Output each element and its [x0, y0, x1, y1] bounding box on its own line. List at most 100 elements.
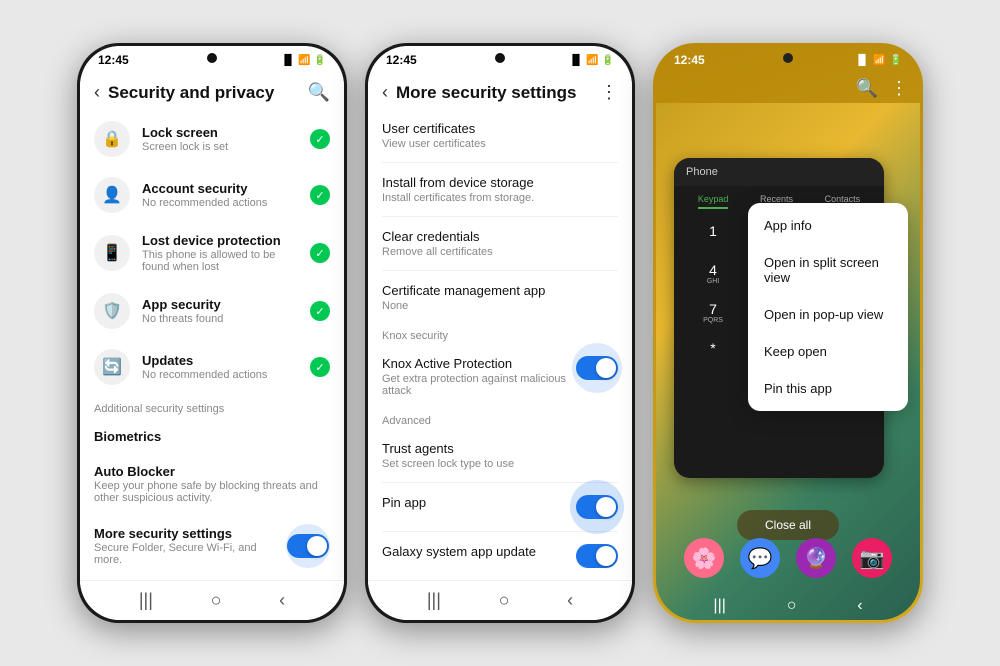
setting-user-certs[interactable]: User certificates View user certificates — [368, 111, 632, 160]
updates-subtitle: No recommended actions — [142, 369, 298, 381]
trust-agents-sub: Set screen lock type to use — [382, 458, 618, 470]
nav-recent-apps-2[interactable]: ||| — [427, 590, 441, 611]
install-storage-sub: Install certificates from storage. — [382, 192, 618, 204]
status-icons-3: ▐▌ 📶 🔋 — [855, 55, 902, 66]
app-card-title: Phone — [686, 166, 718, 178]
battery-icon: 🔋 — [314, 55, 326, 66]
knox-toggle-wrap — [576, 356, 618, 380]
setting-account-security[interactable]: 👤 Account security No recommended action… — [80, 167, 344, 223]
nav-recent-apps[interactable]: ||| — [139, 590, 153, 611]
status-icons-1: ▐▌ 📶 🔋 — [281, 55, 326, 66]
page-title-2: More security settings — [396, 83, 592, 103]
dock-app-2[interactable]: 🔮 — [796, 538, 836, 578]
lost-device-icon: 📱 — [94, 235, 130, 271]
setting-biometrics[interactable]: Biometrics — [80, 419, 344, 454]
dock-app-3[interactable]: 📷 — [852, 538, 892, 578]
more-security-toggle[interactable] — [287, 534, 329, 558]
knox-sub: Get extra protection against malicious a… — [382, 373, 576, 397]
knox-toggle[interactable] — [576, 356, 618, 380]
nav-back[interactable]: ‹ — [279, 590, 285, 611]
app-card-header: Phone — [674, 158, 884, 186]
status-icons-2: ▐▌ 📶 🔋 — [569, 55, 614, 66]
recents-topbar: 🔍 ⋮ — [656, 74, 920, 103]
nav-back-2[interactable]: ‹ — [567, 590, 573, 611]
more-security-subtitle: Secure Folder, Secure Wi-Fi, and more. — [94, 542, 274, 566]
nav-recent-apps-3[interactable]: ||| — [713, 597, 725, 615]
pin-app-toggle[interactable] — [576, 495, 618, 519]
setting-install-storage[interactable]: Install from device storage Install cert… — [368, 165, 632, 214]
page-title-1: Security and privacy — [108, 83, 300, 103]
setting-lost-device[interactable]: 📱 Lost device protection This phone is a… — [80, 223, 344, 283]
search-button-1[interactable]: 🔍 — [308, 82, 330, 103]
setting-auto-blocker[interactable]: Auto Blocker Keep your phone safe by blo… — [80, 454, 344, 514]
updates-text: Updates No recommended actions — [142, 353, 298, 381]
recents-screen: Phone Keypad Recents Contacts 1 2ABC 3DE… — [656, 103, 920, 620]
status-bar-3: 12:45 ▐▌ 📶 🔋 — [656, 46, 920, 74]
galaxy-update-toggle[interactable] — [576, 544, 618, 568]
dock-app-1[interactable]: 💬 — [740, 538, 780, 578]
setting-app-security[interactable]: 🛡️ App security No threats found ✓ — [80, 283, 344, 339]
context-pin-app[interactable]: Pin this app — [748, 370, 908, 407]
nav-home[interactable]: ○ — [211, 590, 222, 611]
setting-clear-credentials[interactable]: Clear credentials Remove all certificate… — [368, 219, 632, 268]
app-security-title: App security — [142, 297, 298, 312]
wifi-icon-2: 📶 — [586, 55, 598, 66]
clear-creds-sub: Remove all certificates — [382, 246, 618, 258]
settings-list-2: User certificates View user certificates… — [368, 111, 632, 580]
phone-1: 12:45 ▐▌ 📶 🔋 ‹ Security and privacy 🔍 🔒 … — [77, 43, 347, 623]
setting-pin-app[interactable]: Pin app — [368, 485, 632, 529]
dialer-key-4[interactable]: 4GHI — [682, 256, 744, 291]
knox-title: Knox Active Protection — [382, 356, 576, 371]
section-additional: Additional security settings — [80, 395, 344, 419]
setting-galaxy-update[interactable]: Galaxy system app update — [368, 534, 632, 578]
context-app-info[interactable]: App info — [748, 207, 908, 244]
phone-3: 12:45 ▐▌ 📶 🔋 🔍 ⋮ Phone Keypad — [653, 43, 923, 623]
wifi-icon: 📶 — [298, 55, 310, 66]
knox-texts: Knox Active Protection Get extra protect… — [382, 356, 576, 397]
context-popup-view[interactable]: Open in pop-up view — [748, 296, 908, 333]
setting-trust-agents[interactable]: Trust agents Set screen lock type to use — [368, 431, 632, 480]
context-split-screen[interactable]: Open in split screen view — [748, 244, 908, 296]
more-security-text: More security settings Secure Folder, Se… — [94, 526, 274, 566]
battery-icon-3: 🔋 — [890, 55, 902, 66]
setting-lock-screen[interactable]: 🔒 Lock screen Screen lock is set ✓ — [80, 111, 344, 167]
install-storage-title: Install from device storage — [382, 175, 618, 190]
divider-5 — [382, 531, 618, 532]
trust-agents-texts: Trust agents Set screen lock type to use — [382, 441, 618, 470]
setting-updates[interactable]: 🔄 Updates No recommended actions ✓ — [80, 339, 344, 395]
nav-home-3[interactable]: ○ — [787, 597, 797, 615]
dock-app-0[interactable]: 🌸 — [684, 538, 724, 578]
dialer-key-star[interactable]: * — [682, 334, 744, 369]
nav-home-2[interactable]: ○ — [499, 590, 510, 611]
back-button-1[interactable]: ‹ — [94, 82, 100, 103]
user-certs-title: User certificates — [382, 121, 618, 136]
setting-knox-protection[interactable]: Knox Active Protection Get extra protect… — [368, 346, 632, 407]
context-keep-open[interactable]: Keep open — [748, 333, 908, 370]
biometrics-text: Biometrics — [94, 429, 330, 444]
setting-cert-mgmt[interactable]: Certificate management app None — [368, 273, 632, 322]
updates-check: ✓ — [310, 357, 330, 377]
pin-app-toggle-wrap — [576, 495, 618, 519]
lock-screen-title: Lock screen — [142, 125, 298, 140]
setting-more-security[interactable]: More security settings Secure Folder, Se… — [80, 514, 344, 578]
context-menu: App info Open in split screen view Open … — [748, 203, 908, 411]
lost-device-subtitle: This phone is allowed to be found when l… — [142, 249, 298, 273]
app-security-text: App security No threats found — [142, 297, 298, 325]
close-all-button[interactable]: Close all — [737, 510, 839, 540]
divider-1 — [382, 162, 618, 163]
dialer-key-1[interactable]: 1 — [682, 217, 744, 252]
account-security-check: ✓ — [310, 185, 330, 205]
more-menu-button-2[interactable]: ⋮ — [600, 82, 618, 103]
camera-dot — [207, 53, 217, 63]
search-recents-icon[interactable]: 🔍 — [856, 78, 878, 99]
nav-back-3[interactable]: ‹ — [857, 597, 862, 615]
dialer-tab-keypad[interactable]: Keypad — [698, 194, 729, 209]
dock-apps: 🌸 💬 🔮 📷 — [656, 538, 920, 578]
settings-list-1: 🔒 Lock screen Screen lock is set ✓ 👤 Acc… — [80, 111, 344, 580]
trust-agents-title: Trust agents — [382, 441, 618, 456]
dialer-key-7[interactable]: 7PQRS — [682, 295, 744, 330]
clear-creds-title: Clear credentials — [382, 229, 618, 244]
header-1: ‹ Security and privacy 🔍 — [80, 74, 344, 111]
back-button-2[interactable]: ‹ — [382, 82, 388, 103]
more-recents-icon[interactable]: ⋮ — [890, 78, 908, 99]
